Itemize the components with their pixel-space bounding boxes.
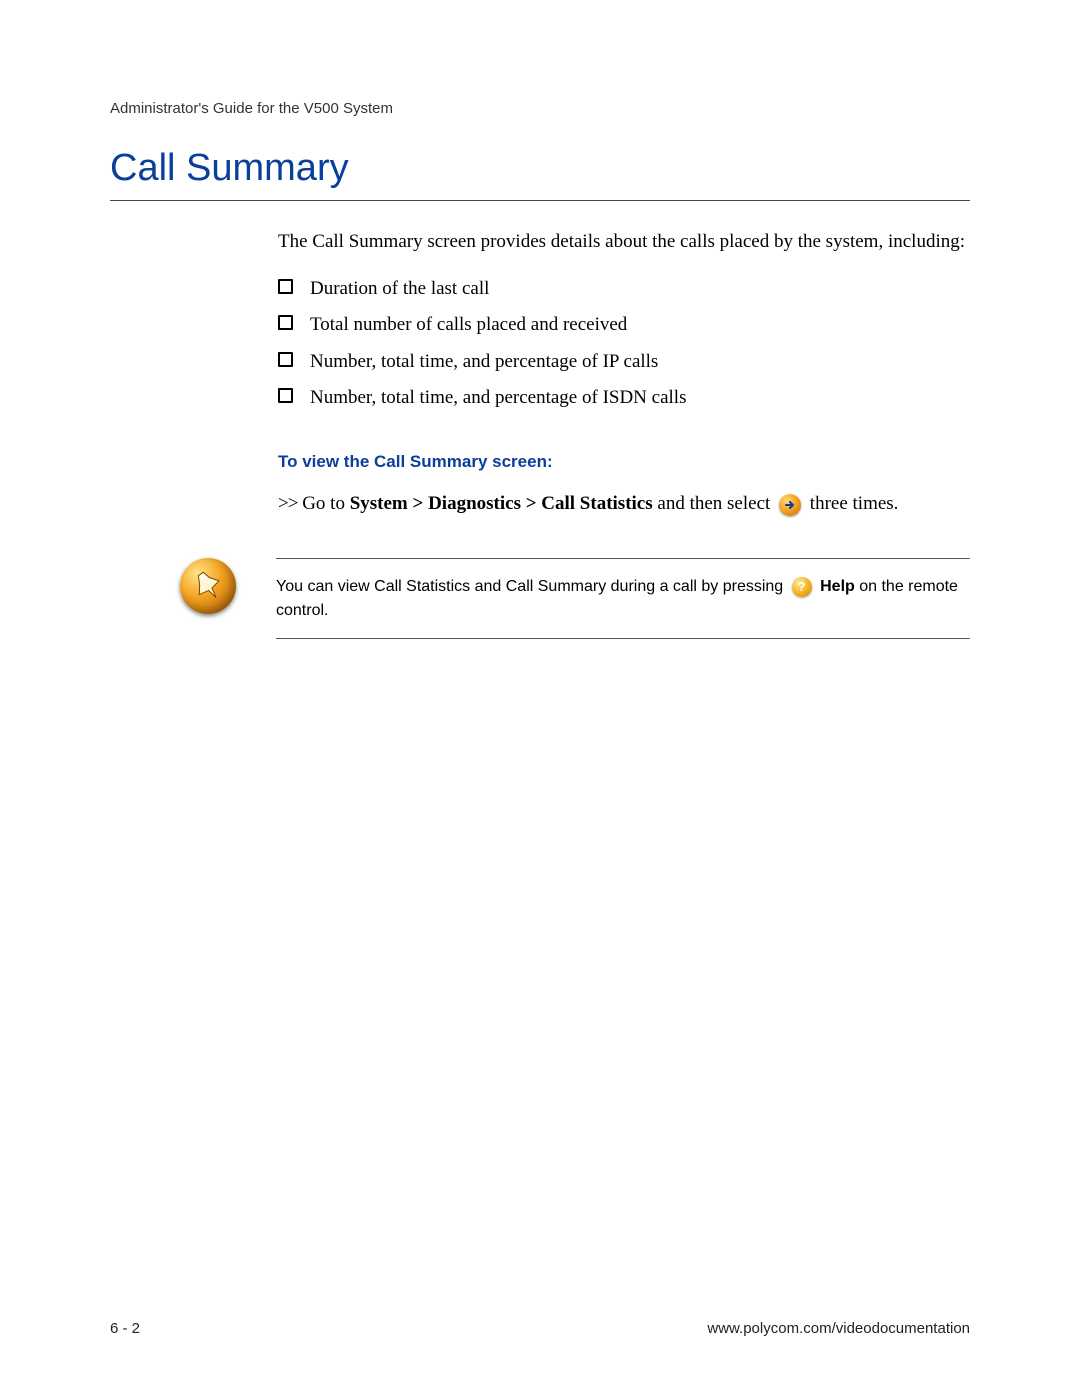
- help-icon: ?: [792, 577, 812, 597]
- list-item: Number, total time, and percentage of IP…: [278, 349, 970, 376]
- intro-text: The Call Summary screen provides details…: [278, 229, 970, 256]
- instruction-text-before: Go to: [302, 493, 350, 514]
- instruction-text-after: and then select: [653, 493, 771, 514]
- subheading: To view the Call Summary screen:: [278, 452, 970, 472]
- note-text-before: You can view Call Statistics and Call Su…: [276, 578, 783, 595]
- pushpin-icon: [180, 558, 236, 614]
- chevron-prefix: >>: [278, 493, 297, 514]
- page-footer: 6 - 2 www.polycom.com/videodocumentation: [110, 1320, 970, 1337]
- note-body: You can view Call Statistics and Call Su…: [276, 558, 970, 638]
- list-item: Duration of the last call: [278, 276, 970, 303]
- feature-checklist: Duration of the last call Total number o…: [278, 276, 970, 412]
- list-item: Total number of calls placed and receive…: [278, 312, 970, 339]
- running-header: Administrator's Guide for the V500 Syste…: [110, 100, 970, 117]
- nav-path: System > Diagnostics > Call Statistics: [350, 493, 653, 514]
- title-rule: [110, 200, 970, 201]
- help-label: Help: [820, 578, 855, 595]
- note-block: You can view Call Statistics and Call Su…: [110, 558, 970, 638]
- arrow-right-icon: [779, 494, 801, 516]
- instruction-trailing: three times.: [810, 493, 899, 514]
- list-item: Number, total time, and percentage of IS…: [278, 385, 970, 412]
- page-number: 6 - 2: [110, 1320, 140, 1337]
- section-title: Call Summary: [110, 147, 970, 196]
- footer-url: www.polycom.com/videodocumentation: [707, 1320, 970, 1337]
- instruction-line: >> Go to System > Diagnostics > Call Sta…: [278, 490, 970, 519]
